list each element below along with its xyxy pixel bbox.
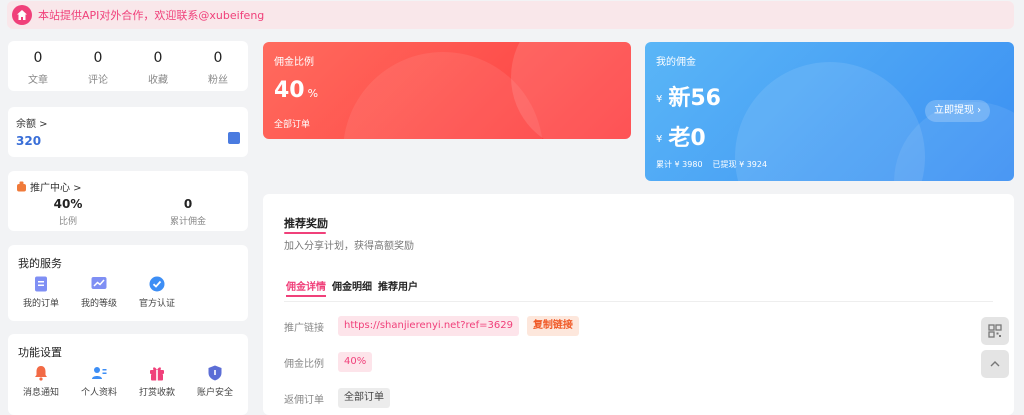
service-label: 官方认证 <box>138 299 175 309</box>
my-commission-card: 我的佣金 ¥ 新56 ¥ 老0 累计 ¥ 3980 已提现 ¥ 3924 立即提现 › <box>645 42 1014 181</box>
function-notifications[interactable]: 消息通知 <box>12 364 70 398</box>
profile-card-icon <box>92 367 107 379</box>
promo-title: 推广中心 > <box>30 183 82 194</box>
commission-rate-card: 佣金比例 40% 全部订单 <box>263 42 631 139</box>
stat-value: 0 <box>153 50 163 66</box>
my-commission-label: 我的佣金 <box>656 57 696 68</box>
qrcode-icon <box>988 324 1002 338</box>
shield-icon <box>208 365 222 381</box>
functions-card: 功能设置 消息通知 个人资料 打赏收款 账户安全 <box>8 334 248 415</box>
stat-label: 粉丝 <box>208 75 228 86</box>
service-official-verify[interactable]: 官方认证 <box>128 275 186 309</box>
promo-rate-label: 比例 <box>58 217 77 227</box>
service-my-level[interactable]: 我的等级 <box>70 275 128 309</box>
rebate-orders-row: 返佣订单 全部订单 <box>284 388 390 408</box>
balance-card[interactable]: 余额 > 320 <box>8 107 248 157</box>
commission-rate-label: 佣金比例 <box>274 57 314 68</box>
commission-rate-unit: % <box>307 87 319 100</box>
stat-articles[interactable]: 0 文章 <box>8 41 68 91</box>
referral-panel: 推荐奖励 加入分享计划，获得高额奖励 佣金详情 佣金明细 推荐用户 推广链接 h… <box>263 194 1014 415</box>
divider <box>284 301 993 302</box>
promo-total-label: 累计佣金 <box>169 217 206 227</box>
copy-link-button[interactable]: 复制链接 <box>526 316 579 336</box>
currency-symbol: ¥ <box>656 133 663 145</box>
commission-rate-row-label: 佣金比例 <box>284 358 324 370</box>
referral-link-label: 推广链接 <box>284 322 324 334</box>
notice-text: 本站提供API对外合作，欢迎联系@xubeifeng <box>38 9 265 22</box>
rebate-orders-value: 全部订单 <box>338 388 390 408</box>
qrcode-button[interactable] <box>981 317 1009 345</box>
level-chart-icon <box>91 277 107 289</box>
stat-label: 评论 <box>88 75 108 86</box>
function-tip-payment[interactable]: 打赏收款 <box>128 364 186 398</box>
services-heading: 我的服务 <box>18 257 62 270</box>
function-label: 账户安全 <box>196 388 233 398</box>
withdraw-button[interactable]: 立即提现 › <box>925 100 991 122</box>
services-card: 我的服务 我的订单 我的等级 官方认证 <box>8 245 248 321</box>
chevron-up-icon <box>990 361 1000 367</box>
referral-link-row: 推广链接 https://shanjierenyi.net?ref=3629 复… <box>284 316 579 336</box>
order-list-icon <box>35 276 47 292</box>
function-label: 消息通知 <box>22 388 59 398</box>
balance-title: 余额 > <box>16 119 48 130</box>
promo-rate-value: 40% <box>53 197 83 211</box>
stat-label: 收藏 <box>148 75 168 86</box>
back-to-top-button[interactable] <box>981 350 1009 378</box>
new-commission-row: ¥ 新56 <box>656 80 721 112</box>
function-label: 个人资料 <box>80 388 117 398</box>
promo-rate: 40% 比例 <box>8 197 128 227</box>
commission-footer: 累计 ¥ 3980 已提现 ¥ 3924 <box>656 159 767 170</box>
commission-rate-sub: 全部订单 <box>274 120 311 130</box>
user-stats: 0 文章 0 评论 0 收藏 0 粉丝 <box>8 41 248 91</box>
referral-desc: 加入分享计划，获得高额奖励 <box>284 241 414 252</box>
old-commission-value: 老0 <box>668 126 706 151</box>
notice-bar: 本站提供API对外合作，欢迎联系@xubeifeng <box>7 1 1014 29</box>
balance-value: 320 <box>16 134 42 148</box>
commission-rate-row: 佣金比例 40% <box>284 352 373 372</box>
functions-heading: 功能设置 <box>18 346 62 359</box>
referral-link-value[interactable]: https://shanjierenyi.net?ref=3629 <box>338 316 519 336</box>
stat-value: 0 <box>33 50 43 66</box>
verified-badge-icon <box>149 276 165 292</box>
title-underline <box>284 232 326 234</box>
stat-value: 0 <box>93 50 103 66</box>
tab-referred-users[interactable]: 推荐用户 <box>378 278 418 297</box>
promo-total-value: 0 <box>183 197 193 211</box>
promo-center-card[interactable]: 推广中心 > 40% 比例 0 累计佣金 <box>8 171 248 231</box>
home-icon[interactable] <box>12 5 32 25</box>
referral-tabs: 佣金详情 佣金明细 推荐用户 <box>286 278 418 297</box>
tab-commission-records[interactable]: 佣金明细 <box>332 278 372 297</box>
commission-rate-row-value: 40% <box>338 352 373 372</box>
stat-label: 文章 <box>28 75 48 86</box>
commission-total: 累计 ¥ 3980 <box>656 160 703 169</box>
function-label: 打赏收款 <box>138 388 175 398</box>
money-bag-icon <box>17 181 26 192</box>
promo-total: 0 累计佣金 <box>128 197 248 227</box>
currency-symbol: ¥ <box>656 93 663 105</box>
new-commission-value: 新56 <box>668 86 721 111</box>
commission-withdrawn: 已提现 ¥ 3924 <box>712 160 768 169</box>
rebate-orders-label: 返佣订单 <box>284 394 324 406</box>
function-profile[interactable]: 个人资料 <box>70 364 128 398</box>
function-account-security[interactable]: 账户安全 <box>186 364 244 398</box>
stat-comments[interactable]: 0 评论 <box>68 41 128 91</box>
gift-icon <box>150 367 164 381</box>
old-commission-row: ¥ 老0 <box>656 120 706 152</box>
service-label: 我的订单 <box>22 299 59 309</box>
wallet-icon <box>228 132 240 144</box>
stat-favorites[interactable]: 0 收藏 <box>128 41 188 91</box>
stat-fans[interactable]: 0 粉丝 <box>188 41 248 91</box>
commission-rate-value: 40 <box>274 78 305 103</box>
promo-title-row: 推广中心 > <box>16 179 82 194</box>
stat-value: 0 <box>213 50 223 66</box>
tab-commission-details[interactable]: 佣金详情 <box>286 278 326 297</box>
service-my-orders[interactable]: 我的订单 <box>12 275 70 309</box>
referral-title: 推荐奖励 <box>284 217 328 230</box>
bell-icon <box>35 366 47 381</box>
commission-rate-value-row: 40% <box>274 78 318 103</box>
service-label: 我的等级 <box>80 299 117 309</box>
